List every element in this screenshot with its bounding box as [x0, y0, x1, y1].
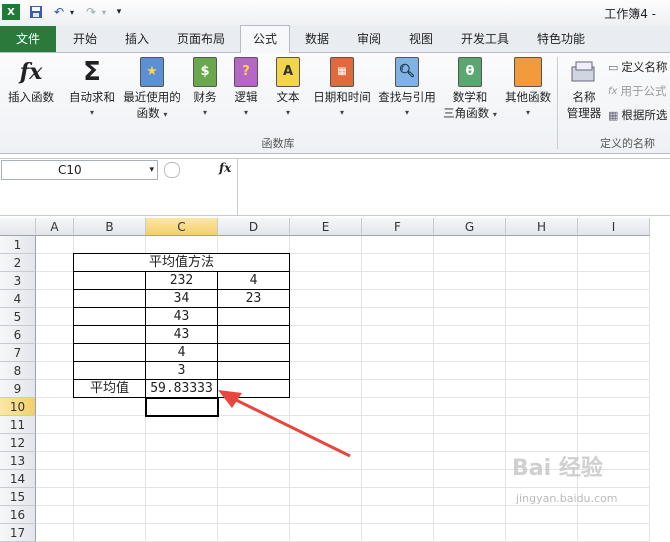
formula-bar: C10 ▾ fx: [0, 158, 670, 216]
dropdown-icon: ▾: [89, 108, 94, 117]
cell-E17[interactable]: [290, 524, 362, 542]
title-bar: X ↶ ▾ ↷ ▾ ▾ 工作簿4 -: [0, 0, 670, 26]
text-button[interactable]: A 文本 ▾: [270, 57, 306, 121]
name-manager-button[interactable]: 名称 管理器: [562, 57, 606, 121]
watermark-logo: Bai 经验: [512, 456, 603, 481]
financial-book-icon: $: [190, 57, 220, 87]
sigma-icon: Σ: [83, 57, 101, 87]
tab-review[interactable]: 审阅: [346, 26, 392, 52]
undo-icon[interactable]: ↶: [50, 4, 68, 20]
ribbon-tabs: 文件 开始 插入 页面布局 公式 数据 审阅 视图 开发工具 特色功能: [0, 25, 670, 54]
name-box[interactable]: C10 ▾: [1, 160, 158, 180]
magnifier-book-icon: 🔍︎: [392, 57, 422, 87]
redo-icon[interactable]: ↷: [82, 4, 100, 20]
save-icon[interactable]: [28, 4, 44, 20]
cell-D17[interactable]: [218, 524, 290, 542]
formula-input[interactable]: [242, 161, 662, 177]
function-library-group-label: 函数库: [261, 137, 295, 150]
tab-view[interactable]: 视图: [398, 26, 444, 52]
cell-F17[interactable]: [362, 524, 434, 542]
window-title: 工作簿4 -: [604, 7, 656, 21]
formula-bar-resize-handle[interactable]: [164, 162, 180, 178]
fx-icon[interactable]: fx: [219, 161, 231, 175]
star-book-icon: ★: [137, 57, 167, 87]
text-book-icon: A: [273, 57, 303, 87]
create-from-selection-button[interactable]: ▦ 根据所选: [608, 107, 667, 123]
cell-C17[interactable]: [146, 524, 218, 542]
fx-icon: fx: [19, 59, 43, 85]
autosum-button[interactable]: Σ 自动求和 ▾: [64, 57, 120, 121]
logical-book-icon: ?: [231, 57, 261, 87]
books-icon: [513, 57, 543, 87]
ribbon: fx 插入函数 Σ 自动求和 ▾ ★ 最近使用的 函数 ▾ $ 财务 ▾ ? 逻…: [0, 53, 670, 154]
more-functions-button[interactable]: 其他函数 ▾: [502, 57, 554, 121]
date-time-button[interactable]: ▦ 日期和时间 ▾: [310, 57, 374, 121]
cell-G17[interactable]: [434, 524, 506, 542]
theta-book-icon: θ: [455, 57, 485, 87]
ribbon-separator: [557, 57, 558, 149]
defined-names-group-label: 定义的名称: [600, 137, 655, 150]
tag-icon: ▭: [608, 60, 619, 74]
watermark-url: jingyan.baidu.com: [516, 492, 618, 505]
use-in-formula-button[interactable]: fx 用于公式: [608, 83, 666, 99]
calendar-book-icon: ▦: [327, 57, 357, 87]
cell-B17[interactable]: [74, 524, 146, 542]
math-trig-button[interactable]: θ 数学和 三角函数 ▾: [440, 57, 500, 123]
tab-insert[interactable]: 插入: [114, 26, 160, 52]
redo-dropdown-icon[interactable]: ▾: [100, 4, 108, 20]
cell-H17[interactable]: [506, 524, 578, 542]
name-box-value: C10: [58, 163, 82, 177]
name-box-dropdown-icon[interactable]: ▾: [149, 161, 154, 179]
fx-small-icon: fx: [608, 85, 618, 97]
customize-toolbar-icon[interactable]: ▾: [114, 4, 124, 20]
tab-file[interactable]: 文件: [0, 26, 56, 52]
cell-I17[interactable]: [578, 524, 650, 542]
logical-button[interactable]: ? 逻辑 ▾: [228, 57, 264, 121]
cell-A17[interactable]: [36, 524, 74, 542]
tab-home[interactable]: 开始: [62, 26, 108, 52]
tab-formulas[interactable]: 公式: [240, 25, 290, 54]
tab-special-features[interactable]: 特色功能: [528, 26, 594, 52]
formula-bar-divider: [237, 159, 238, 215]
tab-page-layout[interactable]: 页面布局: [168, 26, 234, 52]
name-manager-icon: [569, 57, 599, 87]
recently-used-button[interactable]: ★ 最近使用的 函数 ▾: [120, 57, 184, 123]
tab-developer[interactable]: 开发工具: [452, 26, 518, 52]
grid-icon: ▦: [608, 108, 619, 122]
row-header-17[interactable]: 17: [0, 524, 36, 542]
tab-data[interactable]: 数据: [294, 26, 340, 52]
define-name-button[interactable]: ▭ 定义名称: [608, 59, 667, 75]
excel-logo-icon[interactable]: X: [2, 4, 20, 20]
insert-function-button[interactable]: fx 插入函数: [2, 57, 60, 105]
financial-button[interactable]: $ 财务 ▾: [186, 57, 224, 121]
arrow-head-icon: [218, 390, 242, 408]
lookup-reference-button[interactable]: 🔍︎ 查找与引用 ▾: [376, 57, 438, 121]
undo-dropdown-icon[interactable]: ▾: [68, 4, 76, 20]
